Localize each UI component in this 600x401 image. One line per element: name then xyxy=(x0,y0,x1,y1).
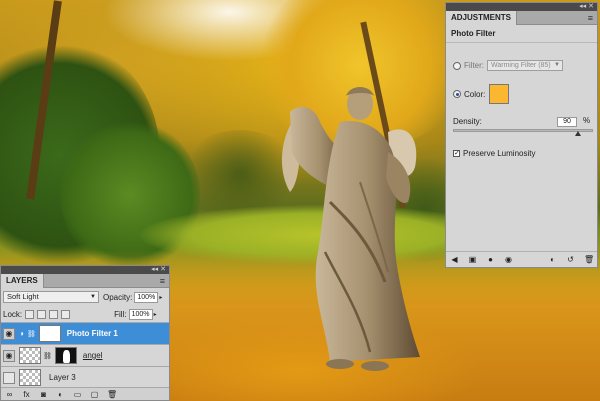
panel-menu-icon[interactable]: ≡ xyxy=(588,13,593,23)
new-group-icon[interactable]: ▭ xyxy=(73,390,82,399)
layer-name: angel xyxy=(82,351,103,360)
collapse-icon[interactable]: ◂◂ ✕ xyxy=(579,3,594,11)
layer-row-photo-filter[interactable]: ◉ ◑ ⛓ Photo Filter 1 xyxy=(1,322,169,344)
link-icon[interactable]: ⛓ xyxy=(43,352,52,360)
layer-name: Layer 3 xyxy=(49,373,76,382)
density-label: Density: xyxy=(453,117,482,126)
angel-statue xyxy=(281,87,420,371)
chevron-down-icon: ▼ xyxy=(90,294,96,300)
lock-label: Lock: xyxy=(3,310,23,319)
trash-icon[interactable]: 🗑 xyxy=(107,390,117,399)
new-layer-icon[interactable]: ▢ xyxy=(90,390,99,399)
adjustments-tabbar: ADJUSTMENTS ≡ xyxy=(446,11,597,25)
layers-panel: ◂◂ ✕ LAYERS ≡ Soft Light ▼ Opacity: 100%… xyxy=(0,265,170,401)
preserve-luminosity-checkbox[interactable]: ✓ xyxy=(453,150,460,157)
lock-pixels-icon[interactable] xyxy=(37,310,47,319)
fill-field[interactable]: 100% xyxy=(128,309,153,320)
layer-thumbnail[interactable] xyxy=(19,347,41,364)
expand-view-icon[interactable]: ▣ xyxy=(468,255,477,264)
lock-transparency-icon[interactable] xyxy=(25,310,35,319)
view-previous-icon[interactable]: ◐ xyxy=(548,255,557,264)
preserve-luminosity-row: ✓ Preserve Luminosity xyxy=(453,149,535,158)
blend-mode-value: Soft Light xyxy=(7,292,39,301)
density-slider-thumb[interactable] xyxy=(575,131,582,136)
reset-icon[interactable]: ↺ xyxy=(566,255,575,264)
adjustment-title: Photo Filter xyxy=(446,25,597,43)
layer-thumbnail[interactable] xyxy=(19,369,41,386)
color-row: Color: xyxy=(453,84,510,104)
filter-dropdown[interactable]: Warming Filter (85) ▼ xyxy=(487,60,563,71)
fill-label: Fill: xyxy=(114,310,127,319)
blend-row: Soft Light ▼ Opacity: 100% ▸ xyxy=(3,291,162,303)
link-icon[interactable]: ⛓ xyxy=(27,330,36,338)
density-slider-track[interactable] xyxy=(453,129,593,136)
panel-menu-icon[interactable]: ≡ xyxy=(160,276,165,286)
layer-row-angel[interactable]: ◉ ⛓ angel xyxy=(1,344,169,366)
filter-dropdown-value: Warming Filter (85) xyxy=(491,62,551,69)
adjustments-panel: ◂◂ ✕ ADJUSTMENTS ≡ Photo Filter Filter: … xyxy=(445,2,598,268)
layer-name: Photo Filter 1 xyxy=(66,329,118,338)
lock-position-icon[interactable] xyxy=(49,310,59,319)
chevron-right-icon[interactable]: ▸ xyxy=(154,311,157,318)
layer-mask-thumbnail[interactable] xyxy=(54,347,77,364)
tab-layers[interactable]: LAYERS xyxy=(1,274,44,288)
filter-radio[interactable] xyxy=(453,61,461,70)
trash-icon[interactable]: 🗑 xyxy=(584,255,594,264)
layer-style-icon[interactable]: fx xyxy=(22,390,31,399)
opacity-label: Opacity: xyxy=(103,292,133,302)
color-radio[interactable] xyxy=(453,90,461,98)
adjustments-panel-collapse-bar[interactable]: ◂◂ ✕ xyxy=(446,3,597,11)
layers-footer: ∞ fx ◙ ◐ ▭ ▢ 🗑 xyxy=(1,387,169,400)
filter-label: Filter: xyxy=(464,61,484,70)
adjustment-layer-icon: ◑ xyxy=(19,329,24,338)
layers-panel-collapse-bar[interactable]: ◂◂ ✕ xyxy=(1,266,169,274)
density-field[interactable]: 90 xyxy=(557,117,577,127)
layers-tabbar: LAYERS ≡ xyxy=(1,274,169,288)
preserve-luminosity-label: Preserve Luminosity xyxy=(463,149,536,158)
color-swatch[interactable] xyxy=(489,84,510,104)
density-label-row: Density: xyxy=(453,117,482,126)
chevron-down-icon: ▼ xyxy=(554,62,560,68)
density-unit: % xyxy=(583,116,591,125)
layer-mask-thumbnail[interactable] xyxy=(38,325,61,342)
tab-adjustments[interactable]: ADJUSTMENTS xyxy=(446,11,518,25)
layer-row-layer-3[interactable]: Layer 3 xyxy=(1,366,169,388)
back-arrow-icon[interactable]: ◀ xyxy=(450,255,459,264)
chevron-right-icon[interactable]: ▸ xyxy=(159,294,162,301)
eye-icon[interactable]: ◉ xyxy=(3,327,15,340)
link-layers-icon[interactable]: ∞ xyxy=(5,390,14,399)
filter-row: Filter: Warming Filter (85) ▼ xyxy=(453,60,563,71)
visibility-eye-icon[interactable]: ◉ xyxy=(504,255,513,264)
clip-layer-icon[interactable]: ● xyxy=(486,255,495,264)
new-adjustment-icon[interactable]: ◐ xyxy=(56,390,65,399)
adjustments-footer: ◀ ▣ ● ◉ ◐ ↺ 🗑 xyxy=(446,251,597,267)
eye-icon[interactable]: ◉ xyxy=(3,349,15,362)
color-label: Color: xyxy=(464,89,486,99)
blend-mode-select[interactable]: Soft Light ▼ xyxy=(3,291,99,303)
opacity-field[interactable]: 100% xyxy=(134,291,159,303)
eye-icon[interactable] xyxy=(3,371,15,384)
collapse-icon[interactable]: ◂◂ ✕ xyxy=(151,266,166,274)
lock-all-icon[interactable] xyxy=(61,310,71,319)
add-mask-icon[interactable]: ◙ xyxy=(39,390,48,399)
lock-row: Lock: Fill: 100% ▸ xyxy=(3,309,157,320)
